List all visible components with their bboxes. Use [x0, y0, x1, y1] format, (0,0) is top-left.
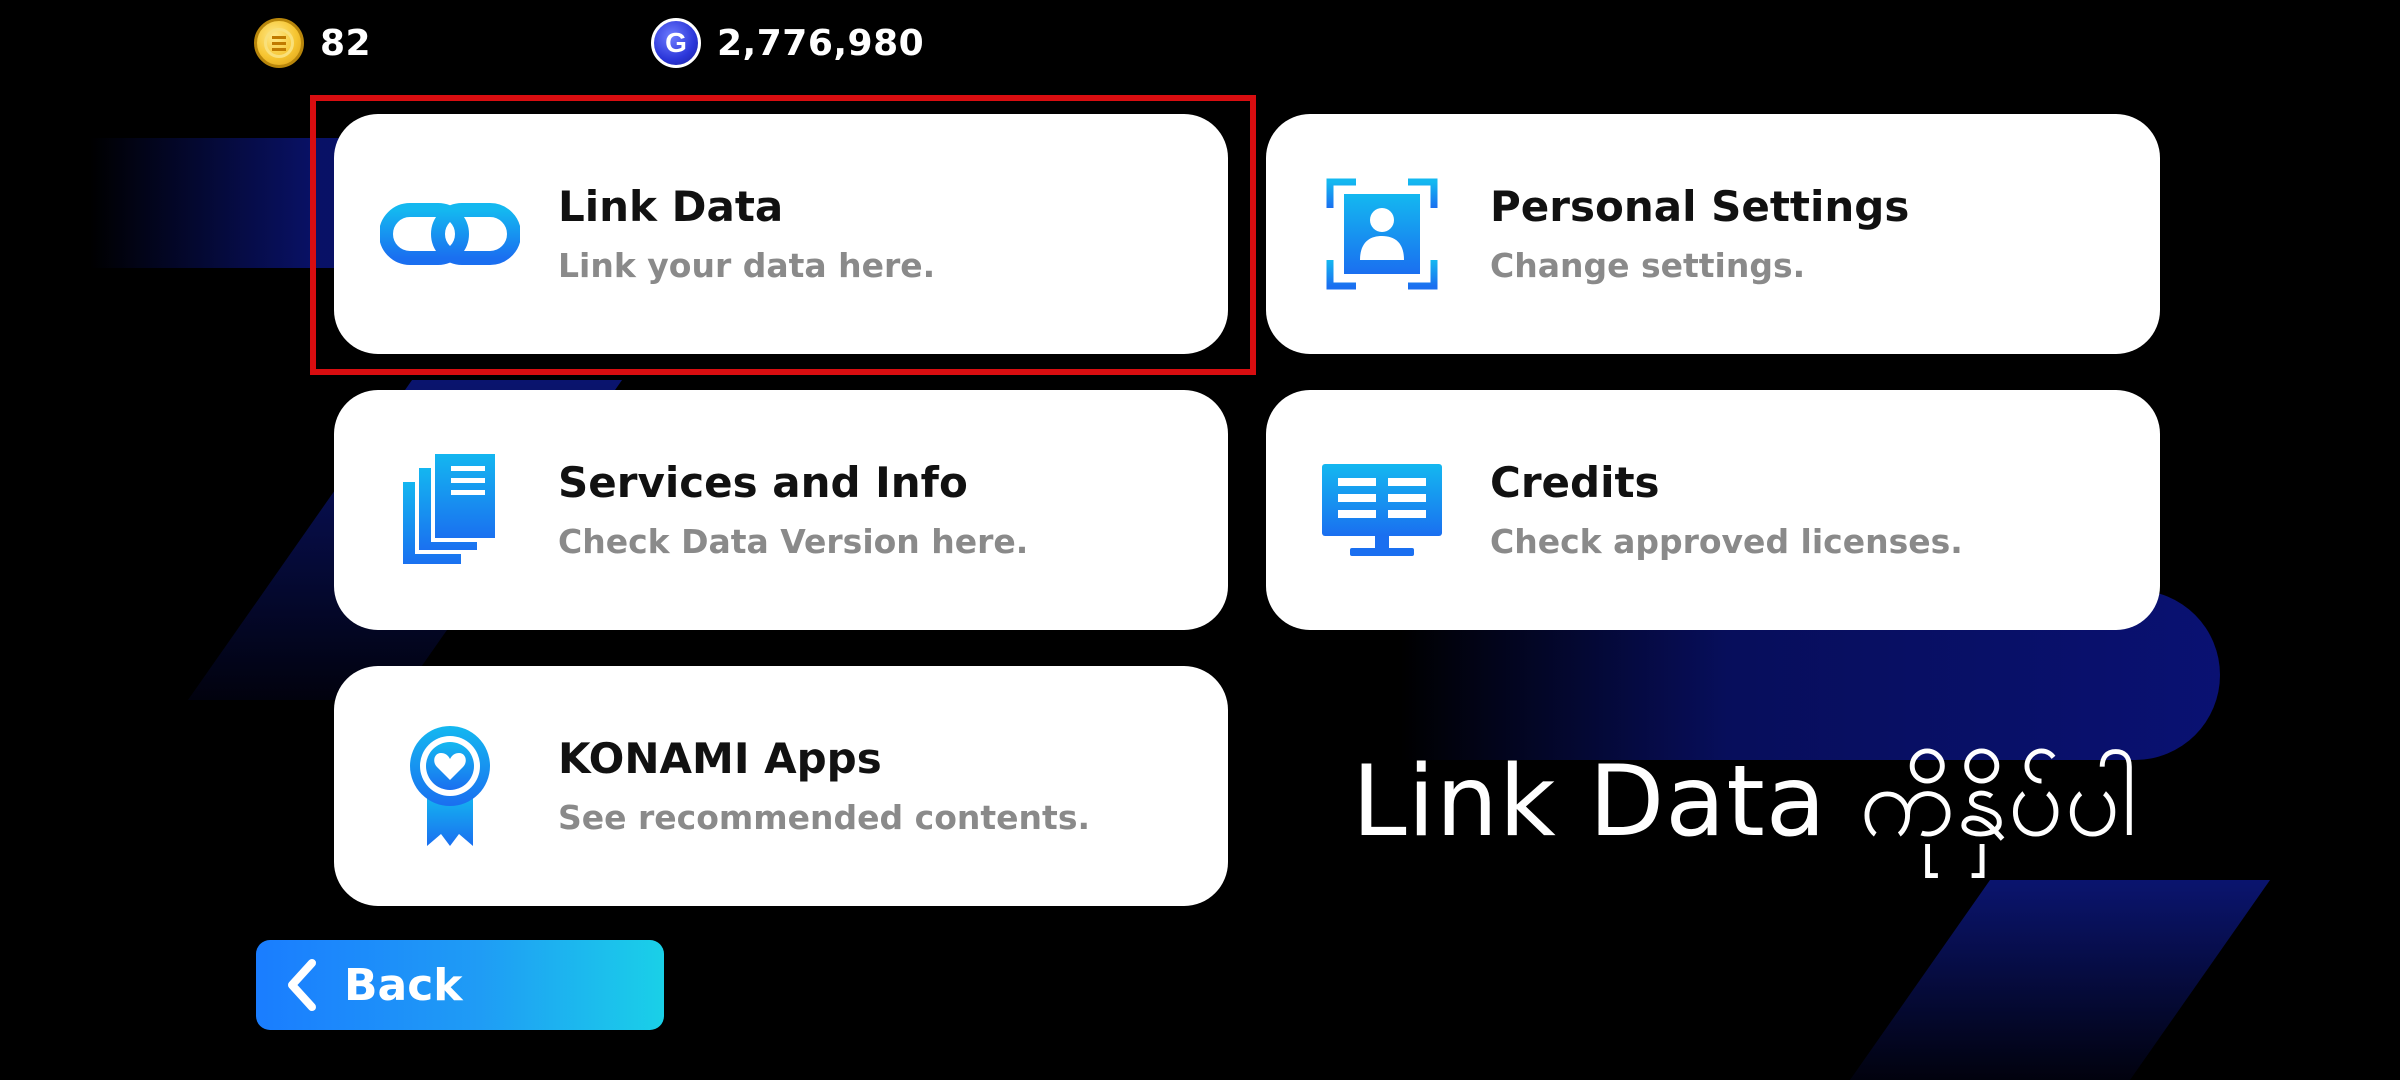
personal-settings-title: Personal Settings	[1490, 181, 1910, 231]
credits-subtitle: Check approved licenses.	[1490, 521, 1963, 561]
link-chain-icon	[380, 164, 520, 304]
link-data-subtitle: Link your data here.	[558, 245, 936, 285]
konami-apps-card[interactable]: KONAMI Apps See recommended contents.	[334, 666, 1228, 906]
services-info-subtitle: Check Data Version here.	[558, 521, 1029, 561]
konami-apps-subtitle: See recommended contents.	[558, 797, 1090, 837]
personal-settings-card[interactable]: Personal Settings Change settings.	[1266, 114, 2160, 354]
credits-card[interactable]: Credits Check approved licenses.	[1266, 390, 2160, 630]
services-info-card[interactable]: Services and Info Check Data Version her…	[334, 390, 1228, 630]
instruction-caption: Link Data ကိုနှိပ်ပါ	[1352, 745, 2139, 859]
credits-title: Credits	[1490, 457, 1660, 507]
gp-coin-symbol: G	[665, 27, 687, 58]
konami-apps-title: KONAMI Apps	[558, 733, 882, 783]
documents-stack-icon	[380, 440, 520, 580]
profile-frame-icon	[1312, 164, 1452, 304]
link-data-title: Link Data	[558, 181, 784, 231]
heart-ribbon-badge-icon	[380, 716, 520, 856]
link-data-card[interactable]: Link Data Link your data here.	[334, 114, 1228, 354]
coins-value: 82	[320, 22, 372, 64]
chevron-left-icon	[288, 959, 316, 1011]
gp-display: G 2,776,980	[651, 16, 924, 70]
gp-value: 2,776,980	[717, 22, 925, 64]
back-label: Back	[344, 959, 463, 1011]
personal-settings-subtitle: Change settings.	[1490, 245, 1806, 285]
background-diagonal-bottom	[1849, 880, 2271, 1080]
coin-icon	[254, 18, 304, 68]
services-info-title: Services and Info	[558, 457, 968, 507]
gp-coin-icon: G	[651, 18, 701, 68]
back-button[interactable]: Back	[256, 940, 664, 1030]
monitor-icon	[1312, 440, 1452, 580]
coins-display: 82	[254, 16, 371, 70]
